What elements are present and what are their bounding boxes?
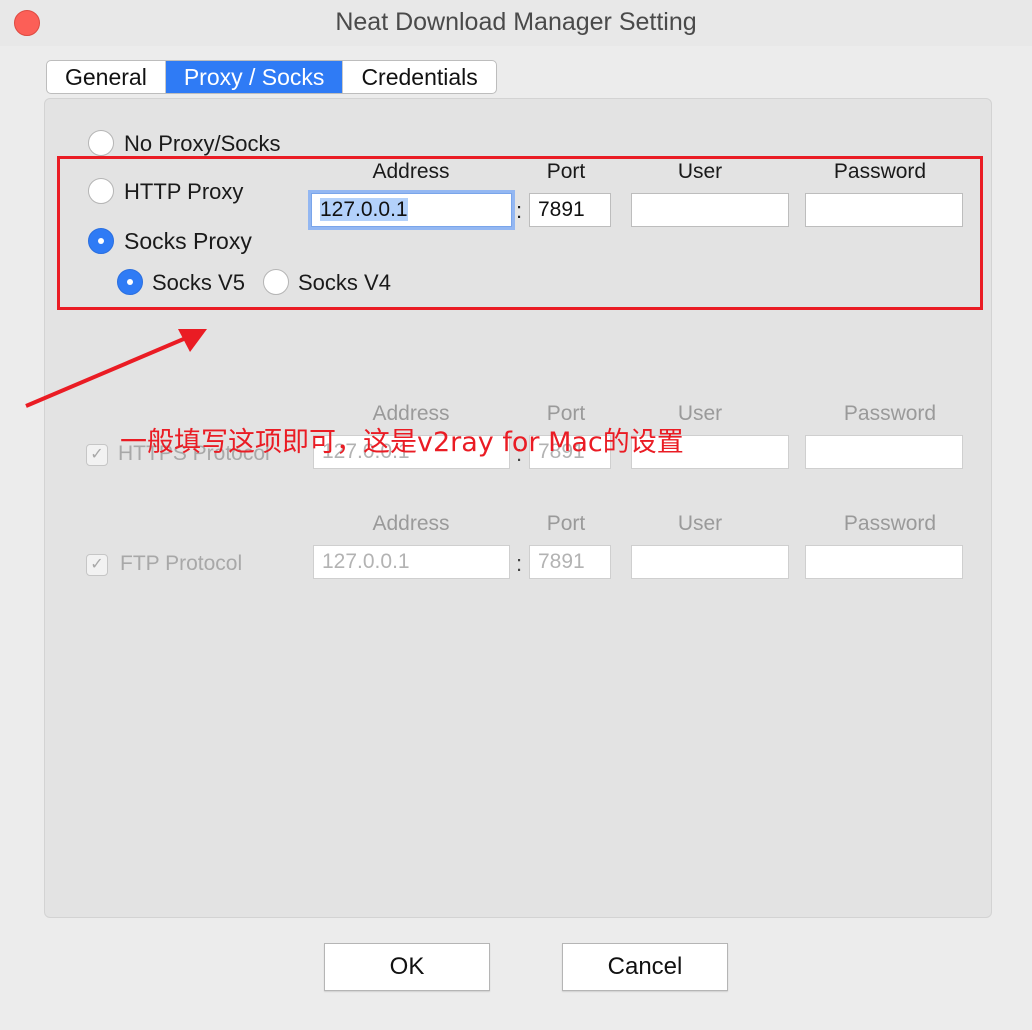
cancel-button[interactable]: Cancel [562,943,728,991]
ok-button[interactable]: OK [324,943,490,991]
annotation-text: 一般填写这项即可，这是v2ray for Mac的设置 [120,427,684,458]
annotation-arrow-icon [25,329,207,408]
